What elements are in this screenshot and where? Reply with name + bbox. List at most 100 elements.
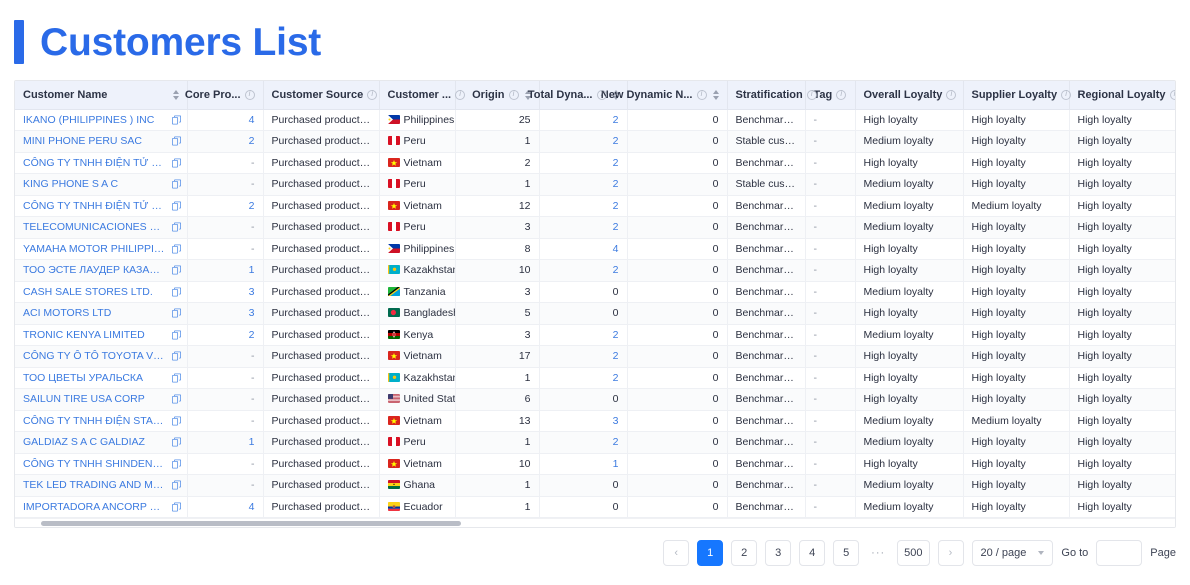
table-row[interactable]: TEK LED TRADING AND MANUFAC...-Purchased… bbox=[15, 475, 1175, 497]
table-row[interactable]: CÔNG TY Ô TÔ TOYOTA VIỆT NAM-Purchased p… bbox=[15, 346, 1175, 368]
table-row[interactable]: TELECOMUNICACIONES VALLE S ...-Purchased… bbox=[15, 217, 1175, 239]
customer-name-link[interactable]: TELECOMUNICACIONES VALLE S ... bbox=[23, 221, 165, 233]
copy-icon[interactable] bbox=[172, 223, 181, 232]
column-header-customer-name[interactable]: Customer Name bbox=[15, 81, 187, 109]
customer-name-link[interactable]: GALDIAZ S A C GALDIAZ bbox=[23, 436, 145, 448]
copy-icon[interactable] bbox=[172, 180, 181, 189]
page-button-2[interactable]: 2 bbox=[731, 540, 757, 566]
column-header-regional-loyalty[interactable]: Regional Loyalty bbox=[1069, 81, 1175, 109]
cell-customer-name[interactable]: TRONIC KENYA LIMITED bbox=[15, 324, 187, 346]
cell-customer-name[interactable]: CÔNG TY TNHH SHINDENGEN VIỆ... bbox=[15, 453, 187, 475]
copy-icon[interactable] bbox=[172, 352, 181, 361]
cell-customer-name[interactable]: YAMAHA MOTOR PHILIPPINES INC. bbox=[15, 238, 187, 260]
horizontal-scrollbar[interactable] bbox=[15, 518, 1175, 527]
column-header-stratification[interactable]: Stratification bbox=[727, 81, 805, 109]
table-row[interactable]: YAMAHA MOTOR PHILIPPINES INC.-Purchased … bbox=[15, 238, 1175, 260]
next-page-button[interactable]: › bbox=[938, 540, 964, 566]
customer-name-link[interactable]: YAMAHA MOTOR PHILIPPINES INC. bbox=[23, 243, 165, 255]
table-row[interactable]: KING PHONE S A C-Purchased product: led … bbox=[15, 174, 1175, 196]
info-icon[interactable] bbox=[836, 90, 846, 100]
column-header-new-dynamic-n[interactable]: New Dynamic N... bbox=[627, 81, 727, 109]
copy-icon[interactable] bbox=[172, 373, 181, 382]
customer-name-link[interactable]: MINI PHONE PERU SAC bbox=[23, 135, 142, 147]
table-row[interactable]: CÔNG TY TNHH SHINDENGEN VIỆ...-Purchased… bbox=[15, 453, 1175, 475]
customer-name-link[interactable]: KING PHONE S A C bbox=[23, 178, 118, 190]
copy-icon[interactable] bbox=[172, 137, 181, 146]
info-icon[interactable] bbox=[245, 90, 255, 100]
table-row[interactable]: CÔNG TY TNHH ĐIỆN STANLEY VI...-Purchase… bbox=[15, 410, 1175, 432]
info-icon[interactable] bbox=[1170, 90, 1176, 100]
table-row[interactable]: SAILUN TIRE USA CORP-Purchased product: … bbox=[15, 389, 1175, 411]
prev-page-button[interactable]: ‹ bbox=[663, 540, 689, 566]
table-row[interactable]: CÔNG TY TNHH ĐIỆN TỬ SAMSU...2Purchased … bbox=[15, 195, 1175, 217]
page-size-select[interactable]: 20 / page bbox=[972, 540, 1054, 566]
copy-icon[interactable] bbox=[172, 395, 181, 404]
info-icon[interactable] bbox=[946, 90, 956, 100]
goto-page-input[interactable] bbox=[1096, 540, 1142, 566]
sort-icon[interactable] bbox=[713, 90, 719, 100]
column-header-customer-source[interactable]: Customer Source bbox=[263, 81, 379, 109]
customer-name-link[interactable]: ТОО ЭСТЕ ЛАУДЕР КАЗАХСТАН bbox=[23, 264, 165, 276]
cell-customer-name[interactable]: CÔNG TY TNHH ĐIỆN TỬ SNC VIỆ... bbox=[15, 152, 187, 174]
cell-customer-name[interactable]: ТОО ЭСТЕ ЛАУДЕР КАЗАХСТАН bbox=[15, 260, 187, 282]
copy-icon[interactable] bbox=[172, 287, 181, 296]
customer-name-link[interactable]: CÔNG TY TNHH ĐIỆN STANLEY VI... bbox=[23, 415, 165, 427]
table-row[interactable]: GALDIAZ S A C GALDIAZ1Purchased product:… bbox=[15, 432, 1175, 454]
page-button-4[interactable]: 4 bbox=[799, 540, 825, 566]
customer-name-link[interactable]: ТОО ЦВЕТЫ УРАЛЬСКА bbox=[23, 372, 143, 384]
copy-icon[interactable] bbox=[172, 266, 181, 275]
cell-customer-name[interactable]: KING PHONE S A C bbox=[15, 174, 187, 196]
column-header-supplier-loyalty[interactable]: Supplier Loyalty bbox=[963, 81, 1069, 109]
cell-customer-name[interactable]: ACI MOTORS LTD bbox=[15, 303, 187, 325]
customer-name-link[interactable]: IKANO (PHILIPPINES ) INC bbox=[23, 114, 154, 126]
table-row[interactable]: ACI MOTORS LTD3Purchased product: led li… bbox=[15, 303, 1175, 325]
customer-name-link[interactable]: TEK LED TRADING AND MANUFAC... bbox=[23, 479, 165, 491]
customer-name-link[interactable]: CÔNG TY TNHH ĐIỆN TỬ SNC VIỆ... bbox=[23, 157, 165, 169]
copy-icon[interactable] bbox=[172, 115, 181, 124]
column-header-origin[interactable]: Origin bbox=[455, 81, 539, 109]
copy-icon[interactable] bbox=[172, 481, 181, 490]
table-row[interactable]: ТОО ЭСТЕ ЛАУДЕР КАЗАХСТАН1Purchased prod… bbox=[15, 260, 1175, 282]
info-icon[interactable] bbox=[509, 90, 519, 100]
column-header-overall-loyalty[interactable]: Overall Loyalty bbox=[855, 81, 963, 109]
customer-name-link[interactable]: TRONIC KENYA LIMITED bbox=[23, 329, 145, 341]
cell-customer-name[interactable]: IKANO (PHILIPPINES ) INC bbox=[15, 109, 187, 131]
last-page-button[interactable]: 500 bbox=[897, 540, 929, 566]
scrollbar-thumb[interactable] bbox=[41, 521, 461, 526]
cell-customer-name[interactable]: ТОО ЦВЕТЫ УРАЛЬСКА bbox=[15, 367, 187, 389]
table-row[interactable]: CASH SALE STORES LTD.3Purchased product:… bbox=[15, 281, 1175, 303]
customer-name-link[interactable]: CÔNG TY Ô TÔ TOYOTA VIỆT NAM bbox=[23, 350, 165, 362]
copy-icon[interactable] bbox=[172, 438, 181, 447]
cell-customer-name[interactable]: CASH SALE STORES LTD. bbox=[15, 281, 187, 303]
customer-name-link[interactable]: CASH SALE STORES LTD. bbox=[23, 286, 153, 298]
cell-customer-name[interactable]: GALDIAZ S A C GALDIAZ bbox=[15, 432, 187, 454]
copy-icon[interactable] bbox=[172, 330, 181, 339]
cell-customer-name[interactable]: SAILUN TIRE USA CORP bbox=[15, 389, 187, 411]
cell-customer-name[interactable]: TELECOMUNICACIONES VALLE S ... bbox=[15, 217, 187, 239]
customer-name-link[interactable]: SAILUN TIRE USA CORP bbox=[23, 393, 145, 405]
table-row[interactable]: IMPORTADORA ANCORP CIA LTDA4Purchased pr… bbox=[15, 496, 1175, 518]
info-icon[interactable] bbox=[597, 90, 607, 100]
customer-name-link[interactable]: CÔNG TY TNHH SHINDENGEN VIỆ... bbox=[23, 458, 165, 470]
table-row[interactable]: MINI PHONE PERU SAC2Purchased product: l… bbox=[15, 131, 1175, 153]
copy-icon[interactable] bbox=[172, 309, 181, 318]
cell-customer-name[interactable]: MINI PHONE PERU SAC bbox=[15, 131, 187, 153]
column-header-core-pro[interactable]: Core Pro... bbox=[187, 81, 263, 109]
cell-customer-name[interactable]: TEK LED TRADING AND MANUFAC... bbox=[15, 475, 187, 497]
column-header-customer[interactable]: Customer ... bbox=[379, 81, 455, 109]
customer-name-link[interactable]: ACI MOTORS LTD bbox=[23, 307, 111, 319]
copy-icon[interactable] bbox=[172, 201, 181, 210]
cell-customer-name[interactable]: CÔNG TY Ô TÔ TOYOTA VIỆT NAM bbox=[15, 346, 187, 368]
copy-icon[interactable] bbox=[172, 158, 181, 167]
table-row[interactable]: CÔNG TY TNHH ĐIỆN TỬ SNC VIỆ...-Purchase… bbox=[15, 152, 1175, 174]
page-button-1[interactable]: 1 bbox=[697, 540, 723, 566]
cell-customer-name[interactable]: IMPORTADORA ANCORP CIA LTDA bbox=[15, 496, 187, 518]
table-row[interactable]: ТОО ЦВЕТЫ УРАЛЬСКА-Purchased product: le… bbox=[15, 367, 1175, 389]
copy-icon[interactable] bbox=[172, 459, 181, 468]
page-button-3[interactable]: 3 bbox=[765, 540, 791, 566]
copy-icon[interactable] bbox=[172, 416, 181, 425]
page-button-5[interactable]: 5 bbox=[833, 540, 859, 566]
table-row[interactable]: IKANO (PHILIPPINES ) INC4Purchased produ… bbox=[15, 109, 1175, 131]
customer-name-link[interactable]: IMPORTADORA ANCORP CIA LTDA bbox=[23, 501, 165, 513]
info-icon[interactable] bbox=[367, 90, 377, 100]
